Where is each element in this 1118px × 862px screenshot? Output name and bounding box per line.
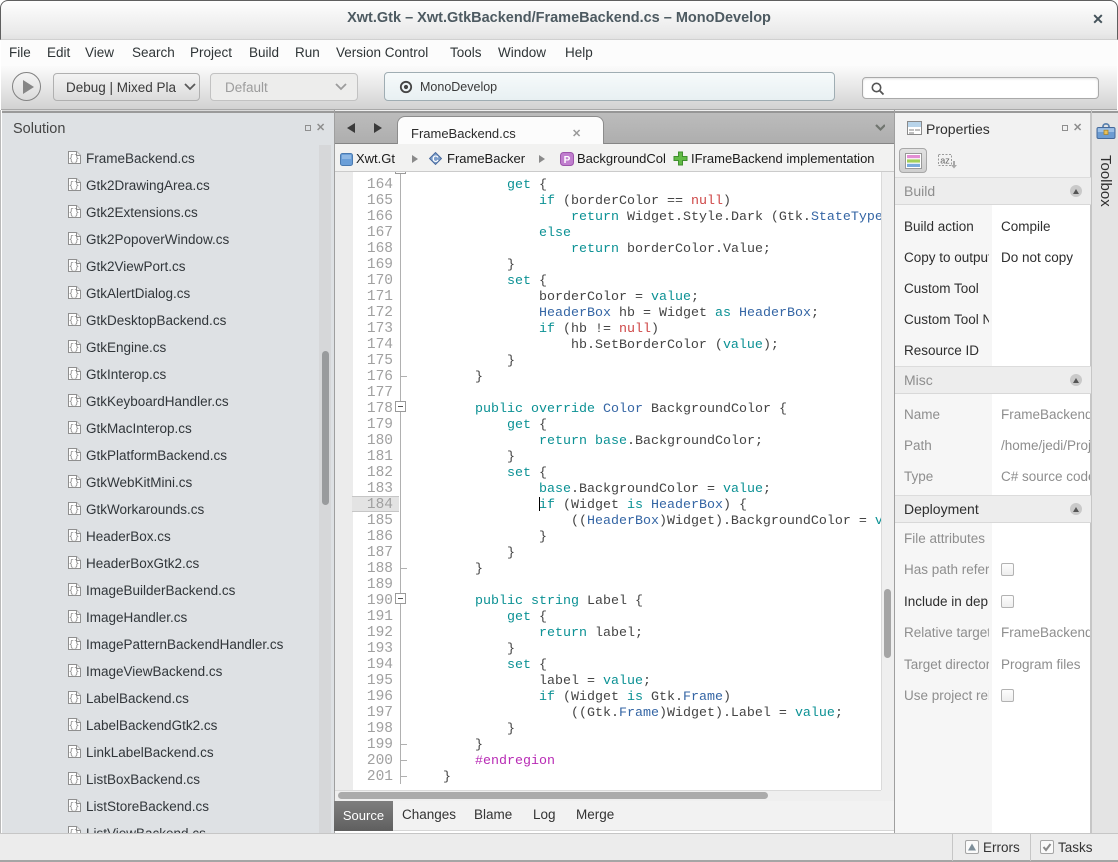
svg-text:{}: {} [69, 154, 80, 164]
svg-text:{}: {} [69, 262, 80, 272]
svg-text:{}: {} [69, 370, 80, 380]
svg-text:{}: {} [69, 586, 80, 596]
svg-text:{}: {} [69, 667, 80, 677]
svg-text:{}: {} [69, 316, 80, 326]
svg-text:{}: {} [69, 802, 80, 812]
svg-text:{}: {} [69, 613, 80, 623]
svg-text:{}: {} [69, 181, 80, 191]
svg-text:P: P [564, 155, 571, 166]
svg-text:{}: {} [69, 289, 80, 299]
svg-text:{}: {} [69, 721, 80, 731]
svg-text:{}: {} [69, 694, 80, 704]
svg-text:{}: {} [69, 343, 80, 353]
svg-text:{}: {} [69, 532, 80, 542]
svg-text:{}: {} [69, 235, 80, 245]
svg-text:C: C [432, 154, 439, 164]
svg-text:{}: {} [69, 424, 80, 434]
svg-text:{}: {} [69, 397, 80, 407]
svg-text:{}: {} [69, 208, 80, 218]
svg-text:{}: {} [69, 559, 80, 569]
svg-text:{}: {} [69, 478, 80, 488]
svg-text:{}: {} [69, 775, 80, 785]
svg-text:{}: {} [69, 505, 80, 515]
svg-text:{}: {} [69, 640, 80, 650]
svg-text:az: az [940, 156, 950, 166]
svg-text:{}: {} [69, 748, 80, 758]
svg-text:{}: {} [69, 451, 80, 461]
